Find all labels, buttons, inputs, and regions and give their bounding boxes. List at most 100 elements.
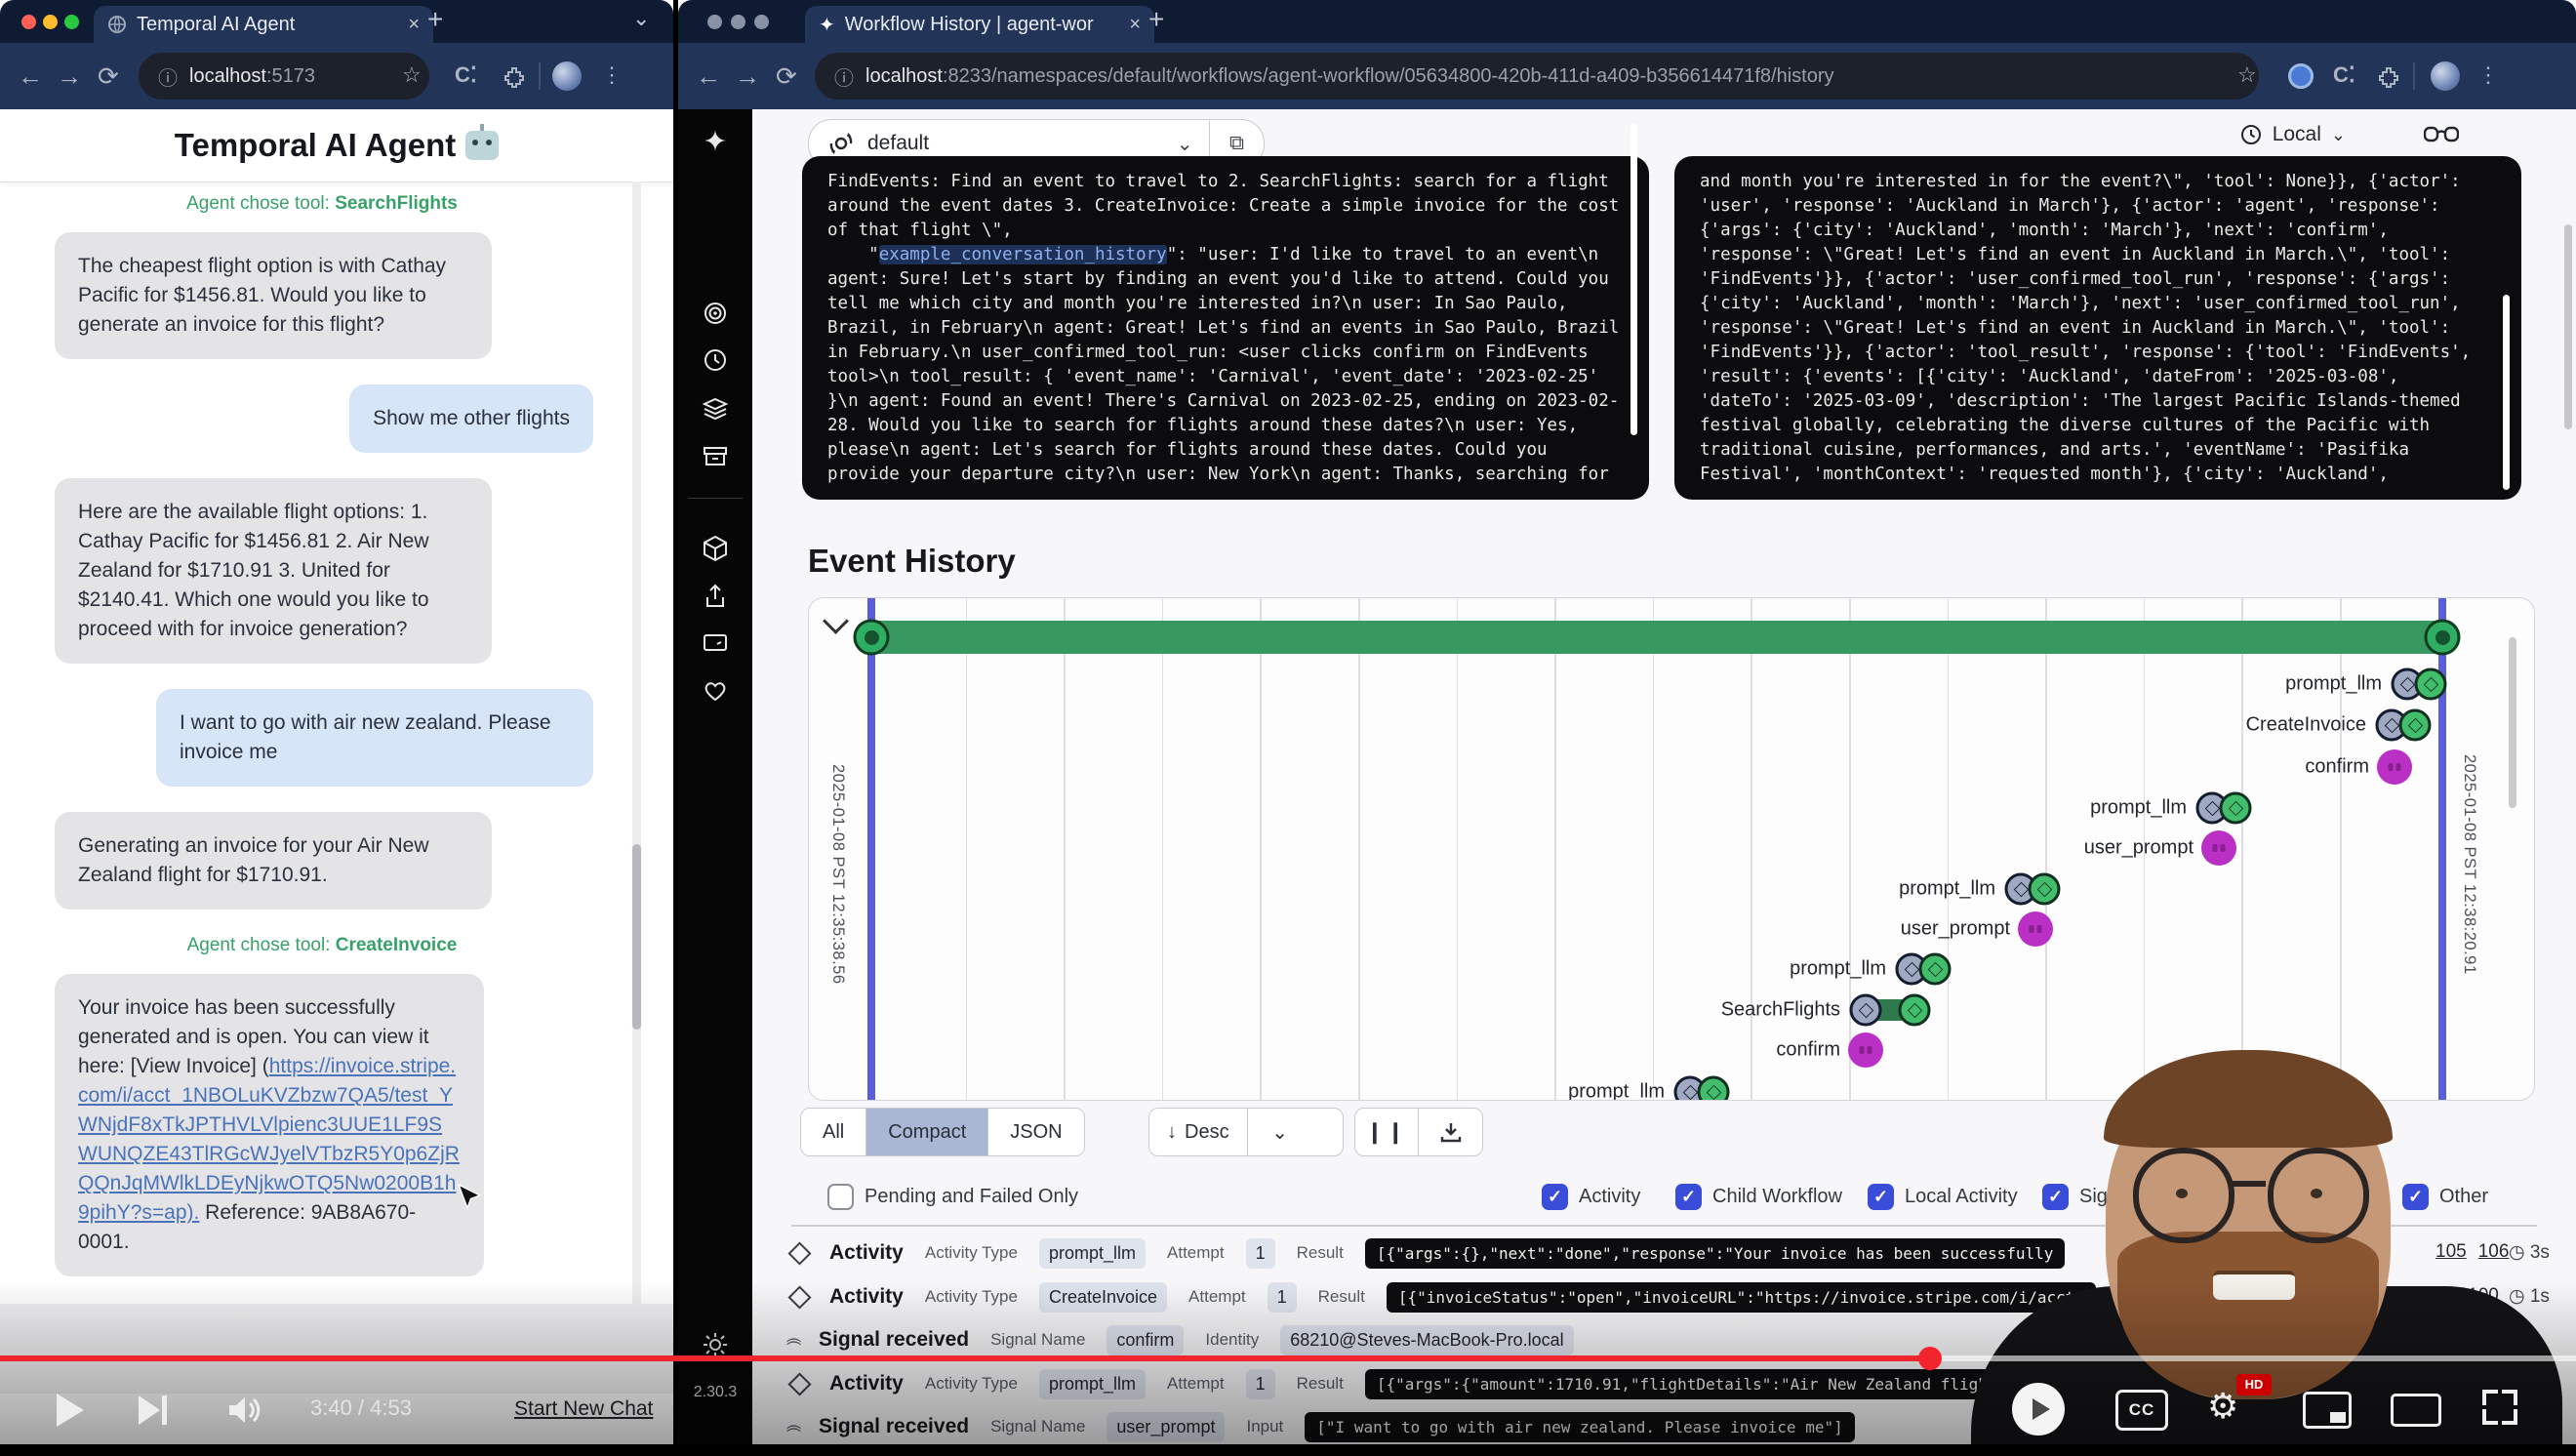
progress-bar-watched[interactable] bbox=[0, 1355, 1930, 1361]
support-heart-icon[interactable] bbox=[703, 679, 728, 703]
temporal-logo-icon[interactable]: ✦ bbox=[703, 125, 727, 159]
schedules-clock-icon[interactable] bbox=[703, 347, 728, 373]
deployments-cube-icon[interactable] bbox=[703, 535, 728, 562]
info-icon[interactable]: ⓘ bbox=[158, 62, 178, 91]
code-scrollbar-left[interactable] bbox=[1630, 123, 1637, 435]
chat-scrollbar-track[interactable] bbox=[632, 182, 641, 1304]
extensions-puzzle-icon[interactable] bbox=[503, 66, 525, 88]
signal-marker[interactable] bbox=[2201, 830, 2236, 866]
bookmark-star-icon[interactable]: ☆ bbox=[2237, 62, 2257, 88]
theater-mode-button[interactable] bbox=[2391, 1394, 2441, 1427]
external-link-icon[interactable]: ⧉ bbox=[1210, 132, 1264, 155]
tab-temporal-ai-agent[interactable]: Temporal AI Agent × bbox=[94, 6, 433, 43]
back-button[interactable]: ← bbox=[18, 43, 43, 109]
view-mode-compact[interactable]: Compact bbox=[865, 1109, 987, 1155]
new-tab-button[interactable]: + bbox=[427, 4, 443, 35]
onepassword-icon[interactable] bbox=[2288, 63, 2314, 89]
close-window-button[interactable] bbox=[707, 15, 722, 29]
new-tab-button[interactable]: + bbox=[1148, 4, 1164, 35]
signal-marker[interactable] bbox=[2377, 749, 2412, 785]
local-activity-checkbox[interactable]: ✓ bbox=[1868, 1184, 1894, 1210]
namespaces-layers-icon[interactable] bbox=[702, 396, 729, 422]
tab-list-chevron-icon[interactable]: ⌄ bbox=[632, 6, 650, 31]
play-button[interactable] bbox=[57, 1394, 84, 1427]
zoom-window-button[interactable] bbox=[64, 15, 79, 29]
bookmark-star-icon[interactable]: ☆ bbox=[402, 62, 422, 88]
activity-completed-marker[interactable] bbox=[2220, 792, 2252, 825]
chat-scrollbar-thumb[interactable] bbox=[632, 844, 641, 1030]
reload-button[interactable]: ⟳ bbox=[98, 43, 119, 109]
pause-button[interactable]: ❙❙ bbox=[1355, 1109, 1418, 1155]
timeline-scrollbar-thumb[interactable] bbox=[2509, 637, 2516, 808]
sort-chevron-button[interactable]: ⌄ bbox=[1247, 1109, 1312, 1155]
extensions-puzzle-icon[interactable] bbox=[2378, 66, 2399, 88]
close-window-button[interactable] bbox=[21, 15, 36, 29]
close-tab-icon[interactable]: × bbox=[1129, 14, 1141, 36]
activity-completed-marker[interactable] bbox=[2399, 709, 2432, 742]
invoice-link[interactable]: https://invoice.stripe.com/i/acct_1NBOLu… bbox=[78, 1055, 460, 1224]
minimize-window-button[interactable] bbox=[731, 15, 745, 29]
progress-bar-remaining[interactable] bbox=[1930, 1355, 2576, 1361]
right-address-bar[interactable]: ⓘ localhost:8233/namespaces/default/work… bbox=[815, 53, 2259, 100]
profile-avatar[interactable] bbox=[552, 61, 582, 91]
back-button[interactable]: ← bbox=[696, 43, 721, 109]
download-button[interactable] bbox=[1418, 1109, 1482, 1155]
next-button[interactable] bbox=[139, 1395, 167, 1430]
forward-button[interactable]: → bbox=[57, 43, 82, 109]
view-mode-all[interactable]: All bbox=[801, 1109, 865, 1155]
workflow-input-panel-right[interactable]: and month you're interested in for the e… bbox=[1674, 156, 2521, 500]
activity-checkbox[interactable]: ✓ bbox=[1542, 1184, 1568, 1210]
archive-icon[interactable] bbox=[703, 445, 728, 468]
activity-completed-marker[interactable] bbox=[1899, 994, 1931, 1027]
timeline-gridline bbox=[2045, 598, 2047, 1100]
labs-glasses-icon[interactable] bbox=[2424, 124, 2459, 145]
code-scrollbar-right[interactable] bbox=[2503, 295, 2510, 490]
browser-menu-icon[interactable]: ⋮ bbox=[601, 62, 623, 88]
settings-gear-icon[interactable]: ⚙ bbox=[2207, 1386, 2238, 1427]
collapse-chevron-icon[interactable] bbox=[823, 608, 849, 634]
reload-button[interactable]: ⟳ bbox=[776, 43, 797, 109]
autoplay-toggle[interactable] bbox=[2012, 1383, 2065, 1436]
share-upload-icon[interactable] bbox=[704, 584, 727, 609]
captions-button[interactable]: CC bbox=[2115, 1390, 2168, 1431]
signal-marker-dots bbox=[2030, 925, 2042, 933]
workflow-input-panel-left[interactable]: FindEvents: Find an event to travel to 2… bbox=[802, 156, 1649, 500]
activity-completed-marker[interactable] bbox=[2029, 873, 2061, 906]
left-address-bar[interactable]: ⓘ localhost:5173 bbox=[139, 53, 429, 100]
sort-desc-button[interactable]: ↓Desc bbox=[1149, 1109, 1247, 1155]
browser-menu-icon[interactable]: ⋮ bbox=[2477, 62, 2499, 88]
tab-workflow-history[interactable]: ✦ Workflow History | agent-wor × bbox=[805, 6, 1154, 43]
activity-completed-marker[interactable] bbox=[1919, 953, 1952, 986]
agent-message: Generating an invoice for your Air New Z… bbox=[55, 812, 492, 910]
activity-completed-marker[interactable] bbox=[2415, 668, 2447, 701]
child-workflow-checkbox[interactable]: ✓ bbox=[1675, 1184, 1702, 1210]
timezone-select[interactable]: Local bbox=[2273, 123, 2321, 146]
activity-scheduled-marker[interactable] bbox=[1850, 994, 1882, 1027]
page-scrollbar-thumb[interactable] bbox=[2564, 224, 2572, 429]
signal-marker-dots bbox=[1860, 1046, 1872, 1054]
info-icon[interactable]: ⓘ bbox=[834, 62, 854, 91]
result-code-chip[interactable]: [{"args":{},"next":"done","response":"Yo… bbox=[1365, 1238, 2066, 1269]
claude-extension-icon[interactable]: C⁚ bbox=[455, 62, 477, 88]
signal-checkbox[interactable]: ✓ bbox=[2042, 1184, 2069, 1210]
feedback-monitor-icon[interactable] bbox=[703, 632, 728, 656]
other-checkbox[interactable]: ✓ bbox=[2402, 1184, 2429, 1210]
claude-extension-icon[interactable]: C⁚ bbox=[2333, 62, 2355, 88]
minimize-window-button[interactable] bbox=[43, 15, 58, 29]
progress-scrubber[interactable] bbox=[1918, 1347, 1942, 1370]
fullscreen-button[interactable] bbox=[2482, 1390, 2517, 1425]
workflows-icon[interactable] bbox=[703, 301, 728, 326]
activity-completed-marker[interactable] bbox=[1698, 1076, 1730, 1102]
miniplayer-button[interactable] bbox=[2303, 1392, 2352, 1429]
profile-avatar[interactable] bbox=[2431, 61, 2460, 91]
close-tab-icon[interactable]: × bbox=[408, 14, 420, 36]
event-id-links[interactable]: 105106 bbox=[2435, 1241, 2509, 1263]
event-history-timeline[interactable]: 2025-01-08 PST 12:35:38.562025-01-08 PST… bbox=[808, 597, 2535, 1101]
volume-icon[interactable] bbox=[226, 1394, 263, 1427]
signal-marker[interactable] bbox=[1848, 1032, 1883, 1068]
signal-marker[interactable] bbox=[2018, 911, 2053, 947]
forward-button[interactable]: → bbox=[735, 43, 760, 109]
pending-failed-checkbox[interactable] bbox=[827, 1184, 854, 1210]
zoom-window-button[interactable] bbox=[754, 15, 769, 29]
view-mode-json[interactable]: JSON bbox=[987, 1109, 1083, 1155]
